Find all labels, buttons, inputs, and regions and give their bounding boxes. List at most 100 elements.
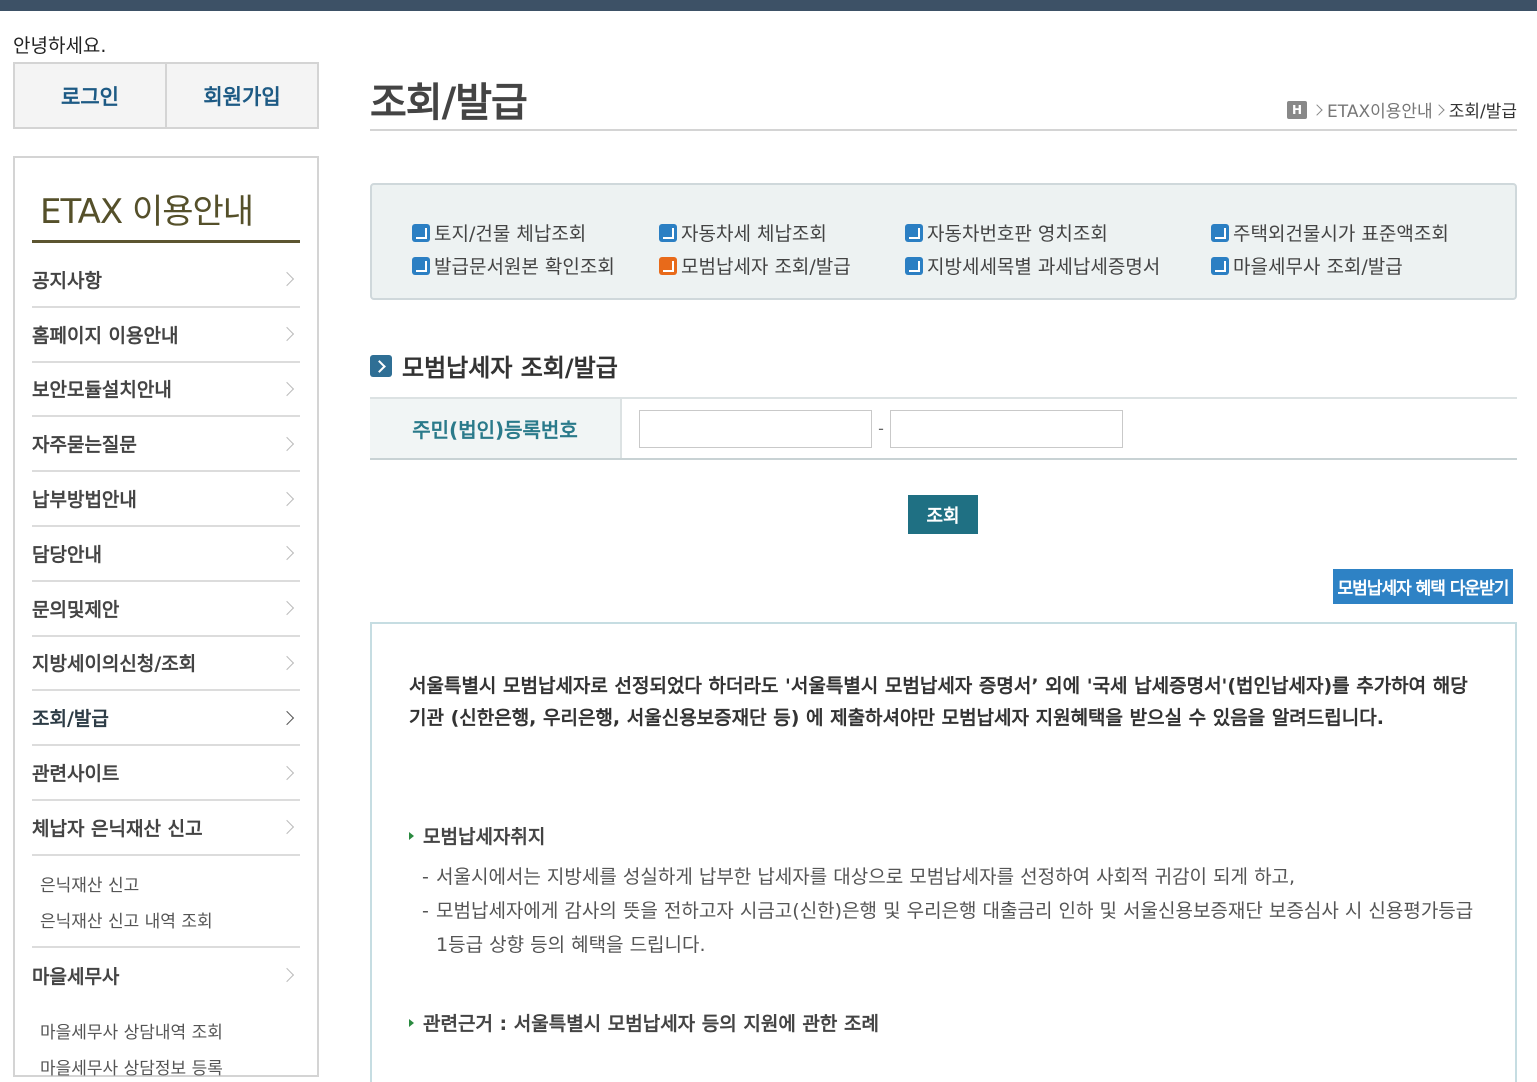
- quick-link-standard-value[interactable]: 주택외건물시가 표준액조회: [1211, 219, 1471, 246]
- top-bar: [0, 0, 1537, 11]
- download-benefits-button[interactable]: 모범납세자 혜택 다운받기: [1333, 569, 1513, 604]
- legal-basis-text: 관련근거 : 서울특별시 모범납세자 등의 지원에 관한 조례: [423, 1013, 879, 1035]
- quick-link-village-tax[interactable]: 마을세무사 조회/발급: [1211, 252, 1471, 279]
- chevron-right-icon: [279, 436, 295, 451]
- signup-button[interactable]: 회원가입: [165, 64, 317, 127]
- quick-links-box: 토지/건물 체납조회 자동차세 체납조회 자동차번호판 영치조회 주택외건물시가…: [370, 183, 1517, 300]
- sidebar-divider: [32, 240, 300, 243]
- chevron-right-icon: [279, 381, 295, 397]
- chevron-right-icon: [279, 601, 295, 616]
- chevron-right-icon: [279, 491, 295, 506]
- dash-bullet: -: [422, 866, 429, 888]
- auth-box: 로그인 회원가입: [13, 62, 319, 129]
- sidebar-item-tax-appeal[interactable]: 지방세이의신청/조회: [32, 637, 300, 692]
- legal-basis-heading: 관련근거 : 서울특별시 모범납세자 등의 지원에 관한 조례: [409, 1009, 879, 1036]
- sidebar-item-hidden-asset-report[interactable]: 체납자 은닉재산 신고: [32, 801, 300, 856]
- sidebar-item-contact[interactable]: 담당안내: [32, 527, 300, 582]
- sidebar-item-label: 체납자 은닉재산 신고: [32, 817, 203, 840]
- chevron-right-icon: [279, 820, 295, 835]
- quick-link-label: 토지/건물 체납조회: [434, 223, 587, 245]
- sidebar-item-label: 조회/발급: [32, 708, 109, 731]
- sidebar-item-label: 지방세이의신청/조회: [32, 653, 197, 676]
- hidden-asset-submenu: 은닉재산 신고 은닉재산 신고 내역 조회: [32, 856, 300, 948]
- quick-link-label: 지방세세목별 과세납세증명서: [927, 256, 1161, 278]
- chevron-right-icon: [279, 546, 295, 561]
- sidebar-item-label: 보안모듈설치안내: [32, 379, 172, 402]
- sidebar-item-inquiry[interactable]: 문의및제안: [32, 582, 300, 637]
- chevron-right-icon: [1311, 103, 1323, 116]
- chevron-right-icon: [279, 272, 295, 287]
- registration-number-first-input[interactable]: [639, 409, 872, 448]
- sidebar-item-label: 마을세무사: [32, 965, 120, 988]
- quick-link-document-verify[interactable]: 발급문서원본 확인조회: [412, 252, 659, 279]
- quick-link-label: 자동차번호판 영치조회: [927, 223, 1108, 245]
- purpose-list: - 서울시에서는 지방세를 성실하게 납부한 납세자를 대상으로 모범납세자를 선…: [422, 860, 1482, 962]
- sidebar-item-label: 공지사항: [32, 269, 102, 292]
- info-box: 서울특별시 모범납세자로 선정되었다 하더라도 '서울특별시 모범납세자 증명서…: [370, 622, 1517, 1082]
- sidebar-item-payment-guide[interactable]: 납부방법안내: [32, 472, 300, 527]
- chevron-right-icon: [279, 710, 295, 725]
- quick-links-grid: 토지/건물 체납조회 자동차세 체납조회 자동차번호판 영치조회 주택외건물시가…: [412, 219, 1471, 279]
- sidebar-item-related-sites[interactable]: 관련사이트: [32, 746, 300, 801]
- arrow-icon: [1211, 223, 1229, 242]
- quick-link-plate-seizure[interactable]: 자동차번호판 영치조회: [905, 219, 1211, 246]
- section-header: 모범납세자 조회/발급: [370, 348, 618, 383]
- quick-link-tax-certificate[interactable]: 지방세세목별 과세납세증명서: [905, 252, 1211, 279]
- registration-number-second-input[interactable]: [890, 409, 1123, 448]
- village-tax-submenu: 마을세무사 상담내역 조회 마을세무사 상담정보 등록: [32, 1003, 300, 1082]
- sidebar-nav: 공지사항 홈페이지 이용안내 보안모듈설치안내 자주묻는질문 납부방법안내 담당…: [32, 253, 300, 1082]
- registration-number-label: 주민(법인)등록번호: [370, 399, 622, 458]
- sidebar-item-notice[interactable]: 공지사항: [32, 253, 300, 308]
- submenu-item[interactable]: 은닉재산 신고 내역 조회: [40, 904, 300, 940]
- arrow-icon: [412, 223, 430, 242]
- sidebar-item-faq[interactable]: 자주묻는질문: [32, 417, 300, 473]
- registration-number-cell: -: [622, 399, 1517, 458]
- dash-separator: -: [878, 419, 884, 438]
- sidebar-item-inquiry-issue[interactable]: 조회/발급: [32, 691, 300, 747]
- dash-bullet: -: [422, 900, 429, 922]
- chevron-right-icon: [279, 765, 295, 780]
- section-title: 모범납세자 조회/발급: [402, 354, 618, 382]
- triangle-bullet-icon: [409, 831, 414, 840]
- login-button[interactable]: 로그인: [15, 64, 165, 127]
- quick-link-vehicle-tax-arrears[interactable]: 자동차세 체납조회: [659, 219, 905, 246]
- home-icon[interactable]: H: [1287, 100, 1308, 119]
- triangle-bullet-icon: [409, 1018, 414, 1027]
- sidebar-item-homepage-guide[interactable]: 홈페이지 이용안내: [32, 308, 300, 363]
- arrow-icon: [905, 256, 923, 275]
- greeting-text: 안녕하세요.: [13, 35, 107, 57]
- quick-link-label: 모범납세자 조회/발급: [681, 256, 851, 278]
- submenu-item[interactable]: 마을세무사 상담정보 등록: [40, 1051, 300, 1082]
- arrow-icon: [905, 223, 923, 242]
- breadcrumb: H ETAX이용안내 조회/발급: [1287, 97, 1517, 122]
- search-button[interactable]: 조회: [908, 495, 978, 534]
- title-divider: [370, 129, 1517, 131]
- sidebar: ETAX 이용안내 공지사항 홈페이지 이용안내 보안모듈설치안내 자주묻는질문…: [13, 156, 319, 1079]
- list-item-text: 모범납세자에게 감사의 뜻을 전하고자 시금고(신한)은행 및 우리은행 대출금…: [436, 900, 1474, 956]
- quick-link-label: 마을세무사 조회/발급: [1233, 256, 1403, 278]
- quick-link-label: 자동차세 체납조회: [681, 223, 827, 245]
- arrow-right-icon: [370, 354, 392, 377]
- sidebar-item-village-tax[interactable]: 마을세무사: [32, 948, 300, 1003]
- chevron-right-icon: [279, 968, 295, 983]
- breadcrumb-current: 조회/발급: [1448, 102, 1517, 122]
- submenu-item[interactable]: 마을세무사 상담내역 조회: [40, 1015, 300, 1051]
- submenu-item[interactable]: 은닉재산 신고: [40, 868, 300, 904]
- arrow-icon: [659, 256, 677, 275]
- list-item: - 모범납세자에게 감사의 뜻을 전하고자 시금고(신한)은행 및 우리은행 대출…: [422, 894, 1482, 962]
- sidebar-item-security-module[interactable]: 보안모듈설치안내: [32, 363, 300, 418]
- sidebar-item-label: 납부방법안내: [32, 489, 137, 512]
- sidebar-item-label: 홈페이지 이용안내: [32, 324, 179, 347]
- purpose-heading: 모범납세자취지: [409, 822, 545, 849]
- sidebar-item-label: 담당안내: [32, 543, 102, 566]
- page-title: 조회/발급: [370, 80, 528, 126]
- quick-link-land-building-arrears[interactable]: 토지/건물 체납조회: [412, 219, 659, 246]
- quick-link-model-taxpayer[interactable]: 모범납세자 조회/발급: [659, 252, 905, 279]
- chevron-right-icon: [279, 655, 295, 671]
- arrow-icon: [659, 223, 677, 242]
- list-item-text: 서울시에서는 지방세를 성실하게 납부한 납세자를 대상으로 모범납세자를 선정…: [436, 866, 1296, 888]
- chevron-right-icon: [1433, 103, 1445, 116]
- registration-form: 주민(법인)등록번호 -: [370, 397, 1517, 460]
- quick-link-label: 발급문서원본 확인조회: [434, 256, 615, 278]
- breadcrumb-level1[interactable]: ETAX이용안내: [1327, 97, 1433, 122]
